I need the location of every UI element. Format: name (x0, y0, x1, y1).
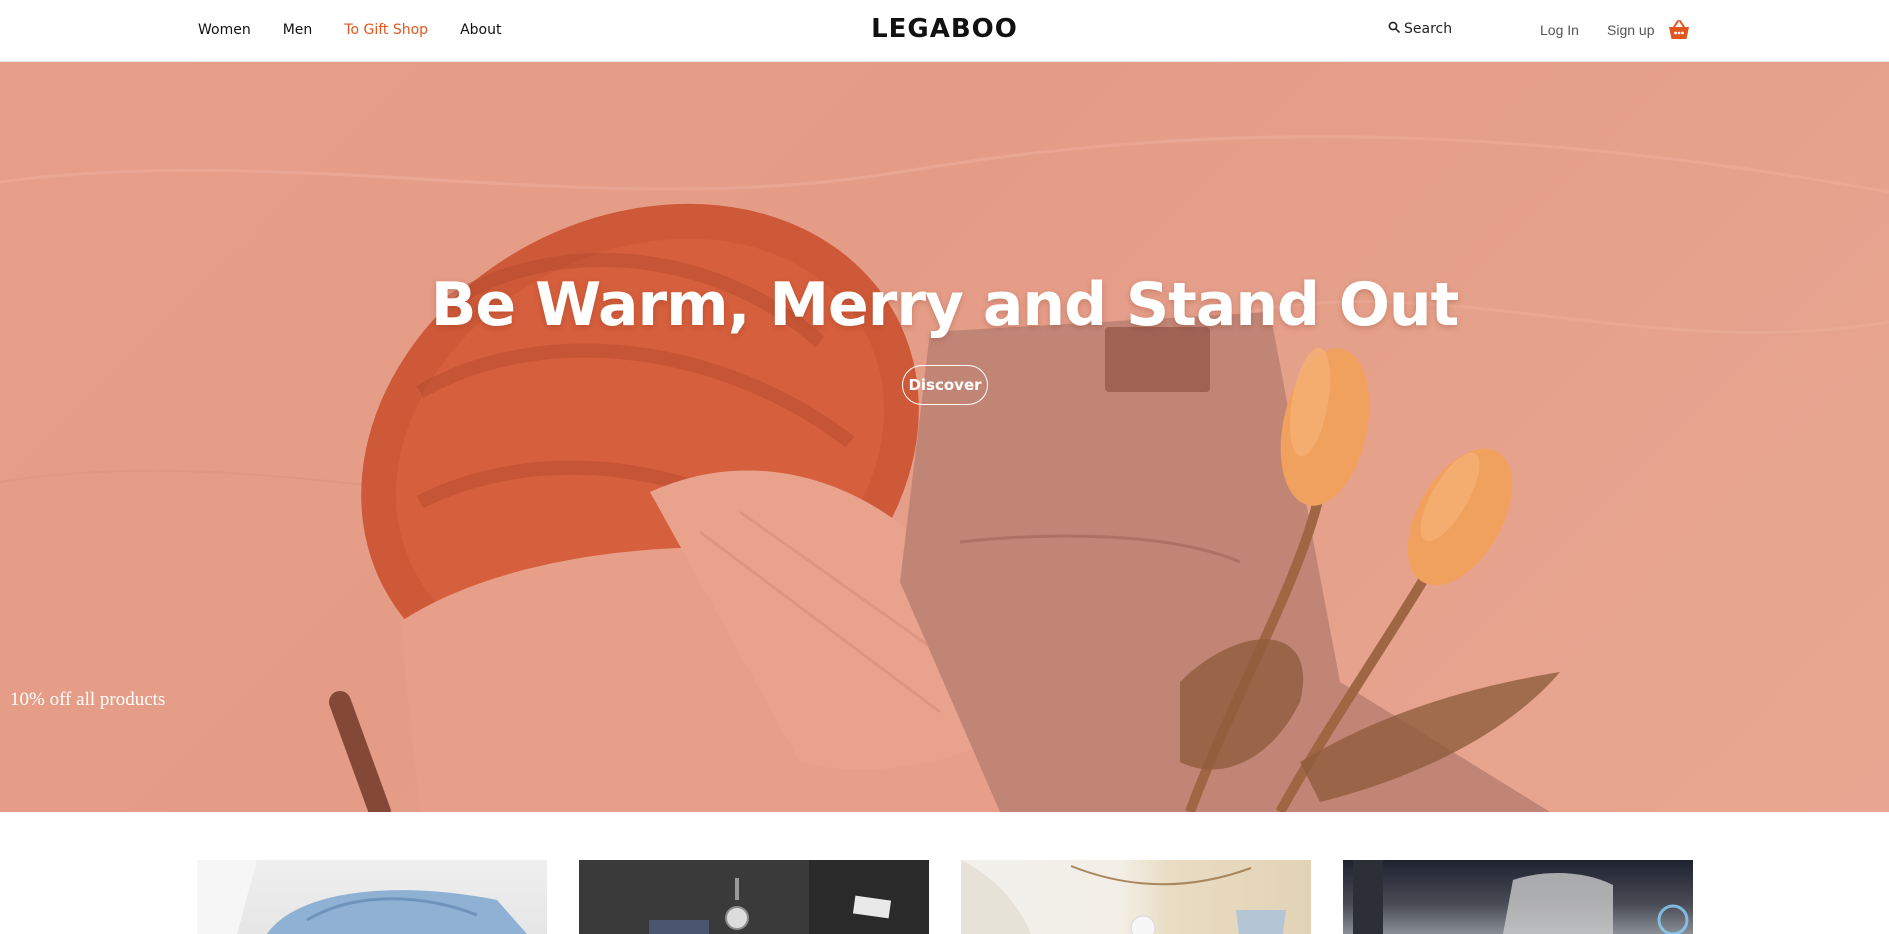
signup-link[interactable]: Sign up (1607, 22, 1654, 38)
hero-title: Be Warm, Merry and Stand Out (430, 270, 1460, 340)
login-link[interactable]: Log In (1540, 22, 1579, 38)
search-label: Search (1404, 21, 1453, 37)
product-tile-2[interactable] (579, 860, 929, 934)
product-tile-2-image (649, 860, 929, 934)
discover-button[interactable]: Discover (902, 365, 988, 405)
basket-icon[interactable] (1667, 19, 1691, 41)
product-tile-3-image (961, 860, 1286, 934)
product-tile-4[interactable] (1343, 860, 1693, 934)
search-icon (1388, 21, 1400, 37)
product-tile-1-image (197, 860, 527, 934)
search-field[interactable]: Search (1388, 21, 1452, 37)
hero-banner: Be Warm, Merry and Stand Out Discover 10… (0, 62, 1889, 812)
product-tile-4-image (1353, 860, 1689, 934)
product-tile-3[interactable] (961, 860, 1311, 934)
brand-logo-text: LEGABOO (871, 14, 1018, 44)
hero-image (0, 135, 1889, 812)
product-tile-1[interactable] (197, 860, 547, 934)
site-header: Women Men To Gift Shop About LEGABOO Sea… (0, 0, 1889, 62)
promo-text: 10% off all products (10, 689, 166, 710)
brand-logo[interactable]: LEGABOO (0, 14, 1889, 44)
